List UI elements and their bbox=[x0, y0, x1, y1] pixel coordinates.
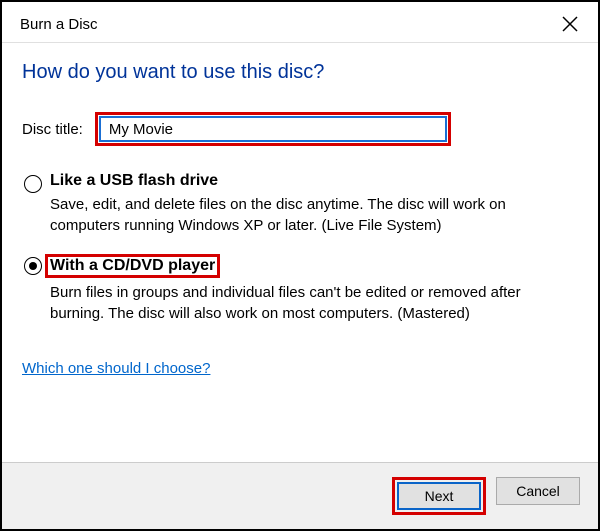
disc-title-label: Disc title: bbox=[22, 121, 83, 138]
next-button[interactable]: Next bbox=[397, 482, 481, 510]
button-bar: Next Cancel bbox=[2, 462, 598, 529]
disc-title-row: Disc title: bbox=[22, 112, 578, 146]
radio-icon[interactable] bbox=[24, 175, 42, 193]
close-icon bbox=[562, 16, 578, 32]
close-button[interactable] bbox=[556, 10, 584, 38]
disc-title-input[interactable] bbox=[99, 116, 447, 142]
disc-title-highlight bbox=[95, 112, 451, 146]
option-title: With a CD/DVD player bbox=[45, 254, 220, 278]
radio-icon[interactable] bbox=[24, 257, 42, 275]
window-title: Burn a Disc bbox=[20, 16, 98, 33]
option-usb-flash-drive[interactable]: Like a USB flash drive Save, edit, and d… bbox=[22, 172, 578, 236]
option-description: Save, edit, and delete files on the disc… bbox=[50, 194, 578, 236]
dialog-content: How do you want to use this disc? Disc t… bbox=[2, 43, 598, 462]
option-text: With a CD/DVD player Burn files in group… bbox=[50, 254, 578, 324]
titlebar: Burn a Disc bbox=[2, 2, 598, 43]
cancel-button[interactable]: Cancel bbox=[496, 477, 580, 505]
help-link[interactable]: Which one should I choose? bbox=[22, 360, 578, 377]
option-title: Like a USB flash drive bbox=[50, 172, 578, 190]
option-text: Like a USB flash drive Save, edit, and d… bbox=[50, 172, 578, 236]
next-button-highlight: Next bbox=[392, 477, 486, 515]
main-heading: How do you want to use this disc? bbox=[22, 61, 578, 84]
option-description: Burn files in groups and individual file… bbox=[50, 282, 578, 324]
option-cd-dvd-player[interactable]: With a CD/DVD player Burn files in group… bbox=[22, 254, 578, 324]
